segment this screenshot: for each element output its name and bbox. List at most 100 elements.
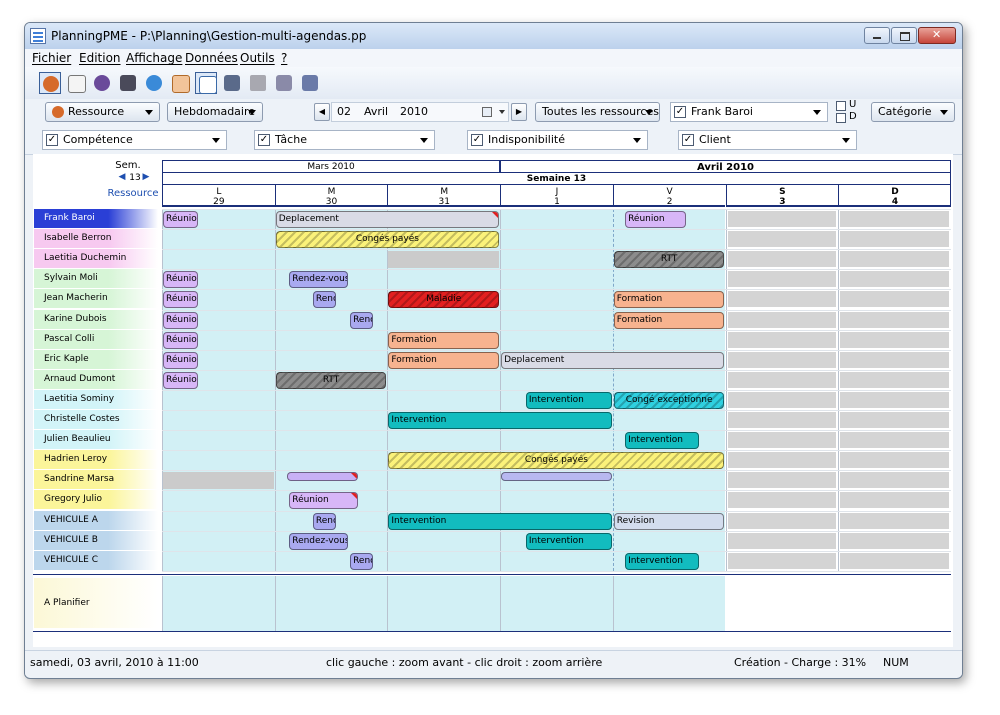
client-checkbox[interactable]: ✓	[682, 134, 694, 146]
u-checkbox[interactable]	[836, 101, 846, 111]
resource-row-label[interactable]: Hadrien Leroy	[34, 450, 158, 470]
indisponibilite-filter[interactable]: ✓ Indisponibilité	[467, 130, 648, 150]
event-block[interactable]: Deplacement	[501, 351, 725, 369]
resource-row-label[interactable]: Julien Beaulieu	[34, 430, 158, 450]
resource-row-label[interactable]: Laetitia Duchemin	[34, 249, 158, 269]
previous-week-icon[interactable]: ◀	[117, 172, 127, 182]
resource-row-label[interactable]: Arnaud Dumont	[34, 369, 158, 389]
event-block[interactable]: Intervention	[525, 532, 612, 550]
calendar-picker-icon[interactable]	[482, 107, 492, 117]
resource-row-label[interactable]: Gregory Julio	[34, 490, 158, 510]
close-button[interactable]	[918, 27, 956, 44]
event-block[interactable]: Rendez-vous	[289, 532, 349, 550]
day-header[interactable]: M 31	[387, 185, 501, 207]
next-date-button[interactable]: ▶	[511, 103, 527, 121]
event-block[interactable]: Congés payés	[275, 231, 500, 249]
event-block[interactable]: Réunion	[289, 492, 359, 510]
resource-row-label[interactable]: VEHICULE C	[34, 550, 158, 570]
resource-row-label[interactable]: VEHICULE B	[34, 530, 158, 550]
event-block[interactable]: Intervention	[625, 552, 699, 570]
event-block[interactable]: Réunion	[163, 311, 199, 329]
event-block[interactable]	[163, 472, 274, 490]
event-block[interactable]: Renc	[350, 552, 373, 570]
tache-filter[interactable]: ✓ Tâche	[254, 130, 435, 150]
event-block[interactable]	[286, 472, 359, 482]
event-block[interactable]: Formation	[388, 351, 500, 369]
menu-help[interactable]: ?	[281, 51, 287, 65]
filter-icon[interactable]	[273, 72, 295, 94]
event-block[interactable]: Intervention	[625, 432, 699, 450]
report-icon[interactable]	[221, 72, 243, 94]
tache-checkbox[interactable]: ✓	[258, 134, 270, 146]
day-header[interactable]: M 30	[274, 185, 388, 207]
resource-view-button[interactable]: Ressource	[45, 102, 160, 122]
indisponibilite-checkbox[interactable]: ✓	[471, 134, 483, 146]
person-checkbox[interactable]: ✓	[674, 106, 686, 118]
resource-row-label[interactable]: Sylvain Moli	[34, 269, 158, 289]
date-field[interactable]: 02 Avril 2010	[331, 102, 509, 122]
minimize-button[interactable]	[864, 27, 890, 44]
planning-grid[interactable]: Sem. ◀ 13 ▶ Ressource Mars 2010 Avril 201…	[33, 154, 953, 647]
client-filter[interactable]: ✓ Client	[678, 130, 857, 150]
resource-row-label[interactable]: Eric Kaple	[34, 349, 158, 369]
event-block[interactable]	[501, 472, 612, 482]
next-week-icon[interactable]: ▶	[141, 172, 151, 182]
day-header[interactable]: J1	[500, 185, 613, 207]
event-block[interactable]: Rendez-vous	[289, 271, 349, 289]
agenda-icon[interactable]	[169, 72, 191, 94]
event-block[interactable]: Intervention	[525, 391, 612, 409]
day-header[interactable]: L 29	[162, 185, 275, 207]
resources-icon[interactable]	[39, 72, 61, 94]
event-block[interactable]: Réunion	[163, 211, 199, 228]
resource-row-label[interactable]: Christelle Costes	[34, 410, 158, 429]
day-header[interactable]: V2	[612, 185, 726, 207]
event-block[interactable]: Formation	[613, 311, 725, 329]
event-block[interactable]: Intervention	[388, 412, 612, 429]
users-icon[interactable]	[91, 72, 113, 94]
event-block[interactable]	[388, 251, 500, 269]
resource-row-label[interactable]: Frank Baroi	[34, 209, 158, 228]
event-block[interactable]: Maladie	[388, 291, 500, 309]
event-block[interactable]: Réunion	[163, 371, 199, 389]
maximize-button[interactable]	[891, 27, 917, 44]
resource-row-label[interactable]: Karine Dubois	[34, 309, 158, 329]
category-select[interactable]: Catégorie	[871, 102, 955, 122]
event-block[interactable]: Formation	[388, 331, 500, 349]
menu-affichage[interactable]: Affichage	[126, 51, 182, 65]
event-block[interactable]: Réunion	[163, 271, 199, 289]
view-select[interactable]: Hebdomadaire	[167, 102, 263, 122]
event-block[interactable]: Réunion	[625, 211, 687, 228]
event-block[interactable]: Congé exceptionne	[613, 391, 725, 409]
event-block[interactable]: Renc	[312, 291, 336, 309]
event-block[interactable]: Réunion	[163, 351, 199, 369]
event-block[interactable]: RTT	[275, 371, 387, 389]
resource-row-label[interactable]: Jean Macherin	[34, 289, 158, 309]
event-block[interactable]: Réunion	[163, 331, 199, 349]
resource-row-label[interactable]: Sandrine Marsa	[34, 470, 158, 490]
menu-outils[interactable]: Outils	[240, 51, 275, 65]
resource-row-label[interactable]: VEHICULE A	[34, 510, 158, 530]
day-header[interactable]: S3	[725, 185, 839, 207]
person-select[interactable]: ✓ Frank Baroi	[670, 102, 828, 122]
resource-row-label[interactable]: Pascal Colli	[34, 329, 158, 349]
previous-date-button[interactable]: ◀	[314, 103, 330, 121]
event-block[interactable]: Intervention	[388, 512, 612, 530]
export-icon[interactable]	[299, 72, 321, 94]
resource-row-label[interactable]: Laetitia Sominy	[34, 389, 158, 409]
resource-row-label[interactable]: Isabelle Berron	[34, 229, 158, 249]
event-block[interactable]: Deplacement	[275, 211, 500, 228]
competence-filter[interactable]: ✓ Compétence	[42, 130, 227, 150]
menu-edition[interactable]: Edition	[79, 51, 121, 65]
calendar-icon[interactable]	[65, 72, 87, 94]
day-header[interactable]: D4	[838, 185, 951, 207]
event-block[interactable]: Réunion	[163, 291, 199, 309]
d-checkbox[interactable]	[836, 113, 846, 123]
unplanned-area[interactable]: A Planifier	[34, 577, 158, 628]
tools-icon[interactable]	[247, 72, 269, 94]
event-block[interactable]: Congés payés	[388, 452, 725, 470]
event-block[interactable]: Renc	[312, 512, 336, 530]
competence-checkbox[interactable]: ✓	[46, 134, 58, 146]
event-block[interactable]: Revision	[613, 512, 725, 530]
event-block[interactable]: RTT	[613, 251, 725, 269]
resource-filter-select[interactable]: Toutes les ressources	[535, 102, 660, 122]
